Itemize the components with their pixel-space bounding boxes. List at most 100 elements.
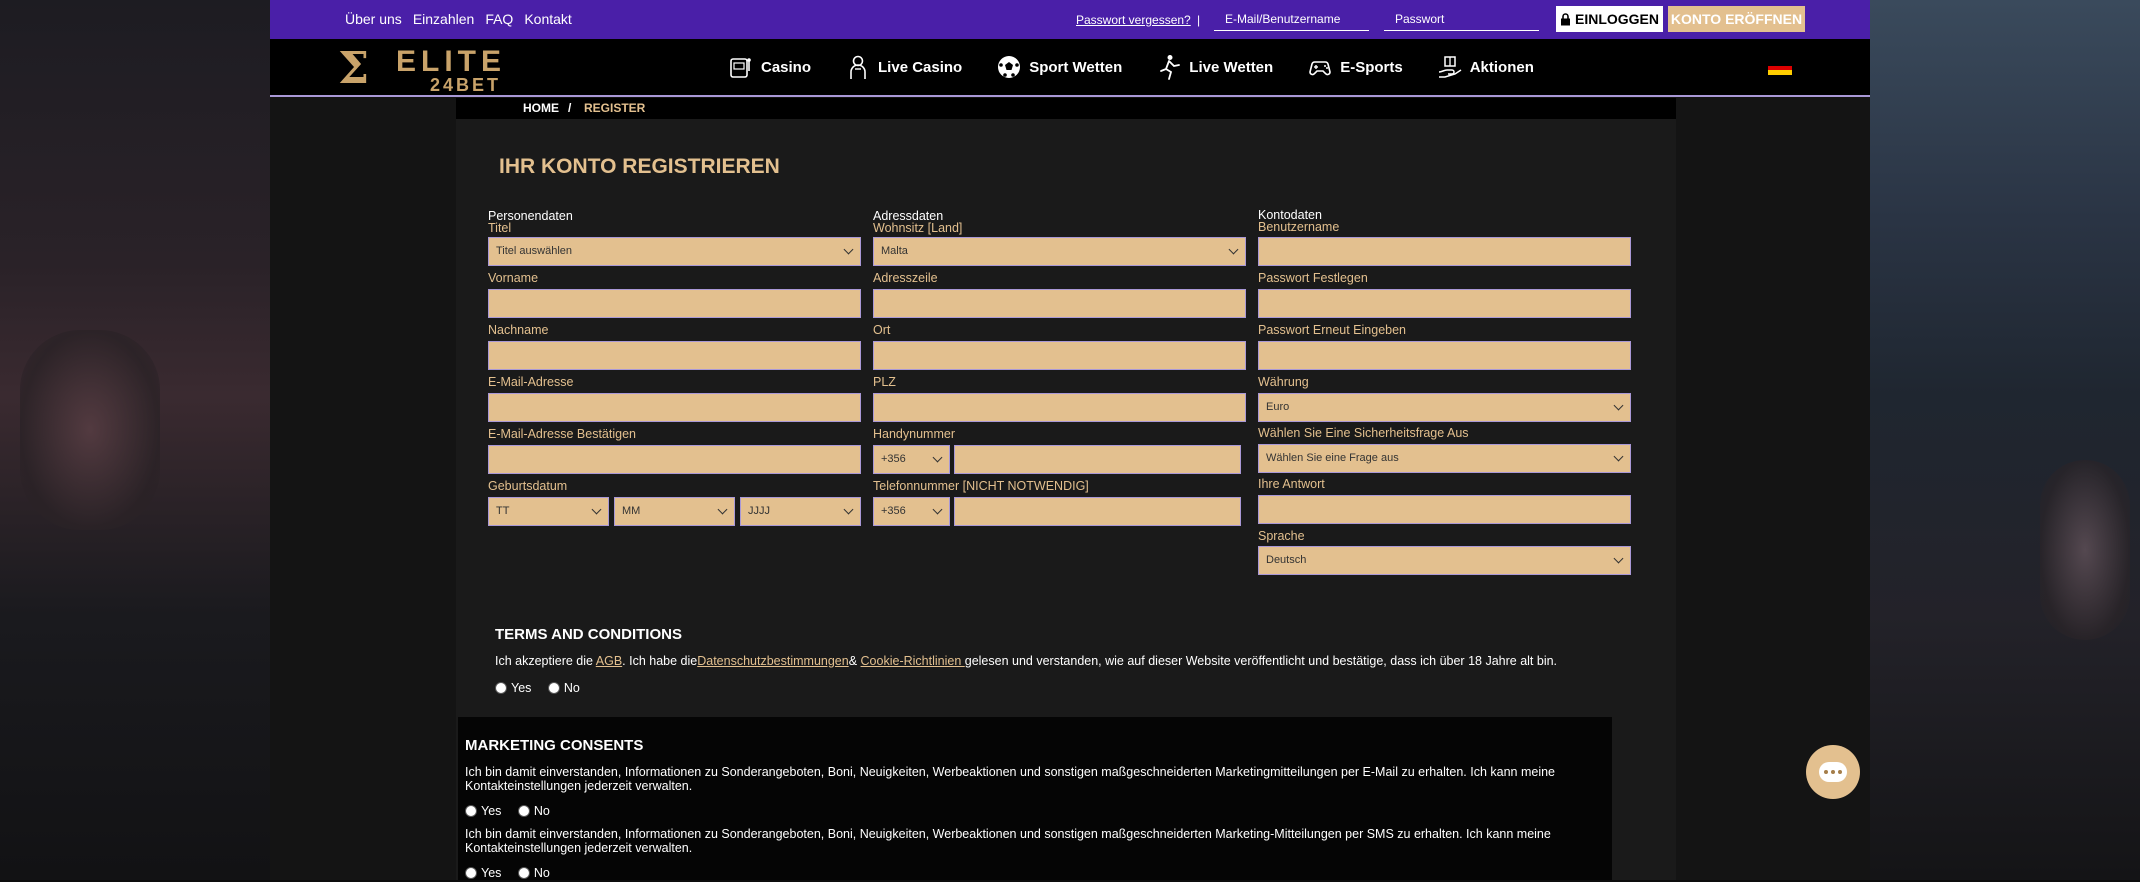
link-faq[interactable]: FAQ bbox=[485, 11, 513, 27]
lastname-input[interactable] bbox=[488, 341, 861, 370]
slot-machine-icon bbox=[727, 53, 755, 81]
germany-flag-icon[interactable] bbox=[1768, 61, 1792, 75]
nav-item-label: E-Sports bbox=[1340, 59, 1403, 76]
marketing-title: MARKETING CONSENTS bbox=[465, 737, 1605, 754]
nav-items: Casino Live Casino Sport Wetten Live Wet… bbox=[727, 53, 1567, 81]
forgot-password-link[interactable]: Passwort vergessen? bbox=[1076, 13, 1191, 27]
username-input[interactable] bbox=[1258, 237, 1631, 266]
dob-year-select[interactable]: JJJJ bbox=[740, 497, 861, 526]
nav-item-sport-wetten[interactable]: Sport Wetten bbox=[995, 53, 1122, 81]
marketing-sms-yes-radio[interactable] bbox=[465, 867, 477, 879]
country-select[interactable]: Malta bbox=[873, 237, 1246, 266]
nav-item-live-wetten[interactable]: Live Wetten bbox=[1155, 53, 1273, 81]
nav-item-label: Casino bbox=[761, 59, 811, 76]
marketing-email-yes-radio[interactable] bbox=[465, 805, 477, 817]
title-label: Titel bbox=[488, 221, 511, 235]
link-einzahlen[interactable]: Einzahlen bbox=[413, 11, 475, 27]
login-email-input[interactable]: E-Mail/Benutzername bbox=[1214, 10, 1369, 31]
title-select[interactable]: Titel auswählen bbox=[488, 237, 861, 266]
nav-item-e-sports[interactable]: E-Sports bbox=[1306, 53, 1403, 81]
soccer-ball-icon bbox=[995, 53, 1023, 81]
mobile-prefix-select[interactable]: +356 bbox=[873, 445, 950, 474]
page-title: IHR KONTO REGISTRIEREN bbox=[499, 155, 780, 179]
terms-radio-group: Yes No bbox=[495, 679, 1655, 697]
gamepad-icon bbox=[1306, 53, 1334, 81]
language-select[interactable]: Deutsch bbox=[1258, 546, 1631, 575]
marketing-sms-no-radio[interactable] bbox=[518, 867, 530, 879]
nav-item-label: Aktionen bbox=[1470, 59, 1534, 76]
email-confirm-input[interactable] bbox=[488, 445, 861, 474]
runner-icon bbox=[1155, 53, 1183, 81]
answer-label: Ihre Antwort bbox=[1258, 477, 1325, 491]
terms-text-3: & bbox=[849, 654, 861, 668]
marketing-email-text: Ich bin damit einverstanden, Information… bbox=[465, 765, 1605, 793]
marketing-email-no-label: No bbox=[534, 804, 550, 818]
breadcrumb: HOME / REGISTER bbox=[456, 98, 1676, 119]
dob-label: Geburtsdatum bbox=[488, 479, 567, 493]
city-label: Ort bbox=[873, 323, 890, 337]
dob-day-select[interactable]: TT bbox=[488, 497, 609, 526]
country-label: Wohnsitz [Land] bbox=[873, 221, 962, 235]
phone-prefix-select[interactable]: +356 bbox=[873, 497, 950, 526]
password-repeat-input[interactable] bbox=[1258, 341, 1631, 370]
answer-input[interactable] bbox=[1258, 495, 1631, 524]
lock-icon bbox=[1560, 13, 1571, 26]
marketing-email-no-radio[interactable] bbox=[518, 805, 530, 817]
terms-yes-radio[interactable] bbox=[495, 682, 507, 694]
password-input[interactable] bbox=[1258, 289, 1631, 318]
privacy-link[interactable]: Datenschutzbestimmungen bbox=[697, 654, 848, 668]
separator: | bbox=[1197, 13, 1200, 27]
logo[interactable]: Σ ELITE 24BET bbox=[338, 45, 528, 91]
email-input[interactable] bbox=[488, 393, 861, 422]
logo-mark: Σ bbox=[338, 47, 369, 91]
link-ueber-uns[interactable]: Über uns bbox=[345, 11, 402, 27]
mobile-label: Handynummer bbox=[873, 427, 955, 441]
security-question-label: Wählen Sie Eine Sicherheitsfrage Aus bbox=[1258, 426, 1469, 440]
marketing-section: MARKETING CONSENTS Ich bin damit einvers… bbox=[458, 717, 1612, 880]
terms-section: TERMS AND CONDITIONS Ich akzeptiere die … bbox=[495, 626, 1655, 697]
marketing-sms-yes-label: Yes bbox=[481, 866, 501, 880]
top-bar: Über uns Einzahlen FAQ Kontakt Passwort … bbox=[270, 0, 1870, 39]
terms-no-label: No bbox=[564, 681, 580, 695]
firstname-label: Vorname bbox=[488, 271, 538, 285]
address-label: Adresszeile bbox=[873, 271, 938, 285]
phone-label: Telefonnummer [NICHT NOTWENDIG] bbox=[873, 479, 1089, 493]
terms-text-4: gelesen und verstanden, wie auf dieser W… bbox=[965, 654, 1557, 668]
open-account-button[interactable]: KONTO ERÖFFNEN bbox=[1668, 6, 1805, 32]
mobile-input[interactable] bbox=[954, 445, 1241, 474]
logo-text-24bet: 24BET bbox=[430, 75, 501, 96]
terms-no-radio[interactable] bbox=[548, 682, 560, 694]
dob-month-select[interactable]: MM bbox=[614, 497, 735, 526]
city-input[interactable] bbox=[873, 341, 1246, 370]
link-kontakt[interactable]: Kontakt bbox=[524, 11, 571, 27]
marketing-sms-no-label: No bbox=[534, 866, 550, 880]
main-nav: Σ ELITE 24BET Casino Live Casino Sport W… bbox=[270, 39, 1870, 97]
zip-label: PLZ bbox=[873, 375, 896, 389]
nav-item-casino[interactable]: Casino bbox=[727, 53, 811, 81]
background-right bbox=[1870, 0, 2140, 880]
cookies-link[interactable]: Cookie-Richtlinien bbox=[861, 654, 965, 668]
username-label: Benutzername bbox=[1258, 220, 1339, 234]
security-question-select[interactable]: Wählen Sie eine Frage aus bbox=[1258, 444, 1631, 473]
currency-select[interactable]: Euro bbox=[1258, 393, 1631, 422]
dealer-icon bbox=[844, 53, 872, 81]
email-confirm-label: E-Mail-Adresse Bestätigen bbox=[488, 427, 636, 441]
zip-input[interactable] bbox=[873, 393, 1246, 422]
nav-item-label: Live Casino bbox=[878, 59, 962, 76]
page: Über uns Einzahlen FAQ Kontakt Passwort … bbox=[270, 0, 1870, 880]
nav-item-aktionen[interactable]: Aktionen bbox=[1436, 53, 1534, 81]
address-input[interactable] bbox=[873, 289, 1246, 318]
terms-text-1: Ich akzeptiere die bbox=[495, 654, 596, 668]
nav-item-live-casino[interactable]: Live Casino bbox=[844, 53, 962, 81]
login-password-input[interactable]: Passwort bbox=[1384, 10, 1539, 31]
login-button-label: EINLOGGEN bbox=[1575, 11, 1659, 27]
firstname-input[interactable] bbox=[488, 289, 861, 318]
agb-link[interactable]: AGB bbox=[596, 654, 622, 668]
breadcrumb-home[interactable]: HOME bbox=[523, 101, 559, 115]
breadcrumb-current: REGISTER bbox=[584, 101, 645, 115]
terms-text: Ich akzeptiere die AGB. Ich habe dieDate… bbox=[495, 654, 1655, 668]
phone-input[interactable] bbox=[954, 497, 1241, 526]
login-button[interactable]: EINLOGGEN bbox=[1556, 6, 1663, 32]
marketing-sms-text: Ich bin damit einverstanden, Information… bbox=[465, 827, 1605, 855]
chat-button[interactable] bbox=[1806, 745, 1860, 799]
